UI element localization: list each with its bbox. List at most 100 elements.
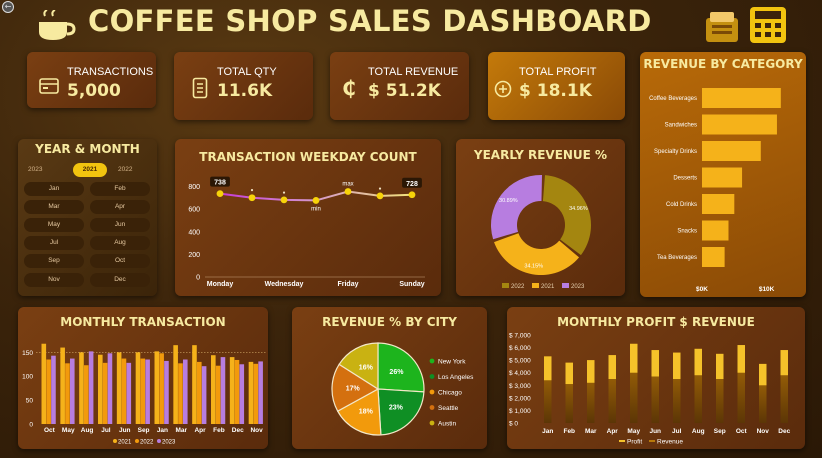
kpi-total-revenue-card: ₵ TOTAL REVENUE $ 51.2K xyxy=(330,52,469,120)
bar-2023 xyxy=(220,357,226,424)
bar-2022 xyxy=(83,365,89,424)
x-tick-label: Mar xyxy=(175,427,187,434)
legend-swatch xyxy=(135,439,139,443)
legend-label: Chicago xyxy=(438,390,462,397)
category-label: Tea Beverages xyxy=(657,255,697,261)
kpi-total-profit-card: TOTAL PROFIT $ 18.1K xyxy=(488,52,625,120)
kpi-label: TOTAL REVENUE xyxy=(368,66,459,78)
x-tick-label: Dec xyxy=(232,427,244,434)
x-tick-label: Nov xyxy=(250,427,263,434)
dashboard-title: COFFEE SHOP SALES DASHBOARD xyxy=(88,4,652,38)
bar-2021 xyxy=(154,351,160,424)
x-tick-label: Jan xyxy=(157,427,168,434)
monthly-profit-revenue-card: MONTHLY PROFIT $ REVENUE $ 0 $ 1,000 $ 2,0… xyxy=(507,307,805,449)
y-tick-label: 400 xyxy=(188,229,200,236)
revenue-by-category-card: REVENUE BY CATEGORY Coffee Beverages Sand… xyxy=(640,52,806,297)
x-tick-label: Apr xyxy=(607,428,619,435)
month-option-aug[interactable]: Aug xyxy=(90,236,150,250)
year-option-2023[interactable]: 2023 xyxy=(28,166,42,173)
back-arrow-icon[interactable]: ← xyxy=(2,1,14,13)
bar-2021 xyxy=(60,347,65,424)
bar-2022 xyxy=(234,359,240,424)
month-option-dec[interactable]: Dec xyxy=(90,273,150,287)
month-option-jul[interactable]: Jul xyxy=(24,236,84,250)
bar-2023 xyxy=(88,351,94,424)
yearly-donut-chart: 34.96% 34.15% 30.89% 2022 2021 2023 xyxy=(491,175,591,290)
x-tick-label: Jul xyxy=(101,427,111,434)
legend-label: 2021 xyxy=(541,284,555,290)
legend-label: Revenue xyxy=(657,439,683,446)
kpi-value: $ 18.1K xyxy=(519,81,592,101)
x-tick-label: Jul xyxy=(672,428,682,435)
bar-2022 xyxy=(178,363,183,424)
bar-2021 xyxy=(135,352,141,424)
legend-label: Los Angeles xyxy=(438,374,474,381)
x-tick-label: $0K xyxy=(696,286,708,293)
y-tick-label: 600 xyxy=(188,207,200,214)
data-label: ● xyxy=(282,190,285,196)
x-tick-label: Nov xyxy=(757,428,770,435)
receipt-icon xyxy=(192,77,208,99)
y-tick-label: $ 2,000 xyxy=(509,395,531,402)
y-tick-label: 0 xyxy=(29,422,33,429)
data-point xyxy=(376,192,384,200)
kpi-label: TOTAL QTY xyxy=(217,66,277,78)
legend-swatch xyxy=(429,420,435,426)
month-option-sep[interactable]: Sep xyxy=(24,254,84,268)
month-option-jun[interactable]: Jun xyxy=(90,218,150,232)
legend-label: Profit xyxy=(627,439,642,446)
legend-label: Seattle xyxy=(438,405,459,412)
profit-bar xyxy=(716,353,724,379)
bar-2023 xyxy=(239,364,245,424)
year-month-slicer: YEAR & MONTH 2023 2021 2022 Jan Feb Mar … xyxy=(18,139,157,296)
x-tick-label: Oct xyxy=(44,427,56,434)
x-tick-label: May xyxy=(627,428,640,435)
category-label: Specialty Drinks xyxy=(654,149,697,155)
x-tick-label: Mar xyxy=(585,428,597,435)
year-option-2021[interactable]: 2021 xyxy=(73,163,107,177)
category-label: Cold Drinks xyxy=(666,202,697,208)
year-option-2022[interactable]: 2022 xyxy=(118,166,132,173)
bar-2021 xyxy=(248,361,254,424)
bar-2021 xyxy=(173,345,178,424)
bar-2023 xyxy=(182,359,188,424)
bar-2023 xyxy=(126,362,132,424)
x-tick-label: Sunday xyxy=(399,281,424,288)
y-tick-label: $ 5,000 xyxy=(509,358,531,365)
min-annotation: min xyxy=(311,206,321,212)
profit-bar xyxy=(759,363,767,386)
bar-2022 xyxy=(102,362,108,424)
weekday-count-card: TRANSACTION WEEKDAY COUNT 0 200 400 600 800 ●… xyxy=(175,139,441,296)
legend-label: New York xyxy=(438,359,466,366)
bar-2021 xyxy=(41,343,47,424)
data-label: ● xyxy=(250,188,253,194)
x-tick-label: Apr xyxy=(194,427,206,434)
month-option-jan[interactable]: Jan xyxy=(24,182,84,196)
month-option-feb[interactable]: Feb xyxy=(90,182,150,196)
x-tick-label: Dec xyxy=(778,428,790,435)
profit-bar xyxy=(630,343,638,373)
city-pie-chart: 26% 23% 18% 17% 16% New York Los Angeles Chicag… xyxy=(331,342,474,436)
legend-swatch xyxy=(429,389,435,395)
coffee-cup-icon xyxy=(39,10,76,40)
month-option-mar[interactable]: Mar xyxy=(24,200,84,214)
y-tick-label: $ 7,000 xyxy=(509,333,531,340)
bar-2021 xyxy=(229,357,235,424)
data-point xyxy=(408,191,416,199)
legend-swatch xyxy=(157,439,161,443)
slice-label: 16% xyxy=(359,364,374,371)
month-option-may[interactable]: May xyxy=(24,218,84,232)
month-option-nov[interactable]: Nov xyxy=(24,273,84,287)
bar-2022 xyxy=(65,363,70,424)
legend-swatch xyxy=(429,358,435,364)
data-point xyxy=(248,194,256,202)
month-option-oct[interactable]: Oct xyxy=(90,254,150,268)
x-tick-label: Aug xyxy=(81,427,94,434)
month-option-apr[interactable]: Apr xyxy=(90,200,150,214)
bar-2021 xyxy=(192,345,197,424)
legend-label: 2022 xyxy=(511,284,525,290)
category-bar xyxy=(702,141,761,161)
profit-bar xyxy=(673,352,681,379)
legend-label: Austin xyxy=(438,421,456,428)
x-tick-label: Friday xyxy=(337,281,358,288)
